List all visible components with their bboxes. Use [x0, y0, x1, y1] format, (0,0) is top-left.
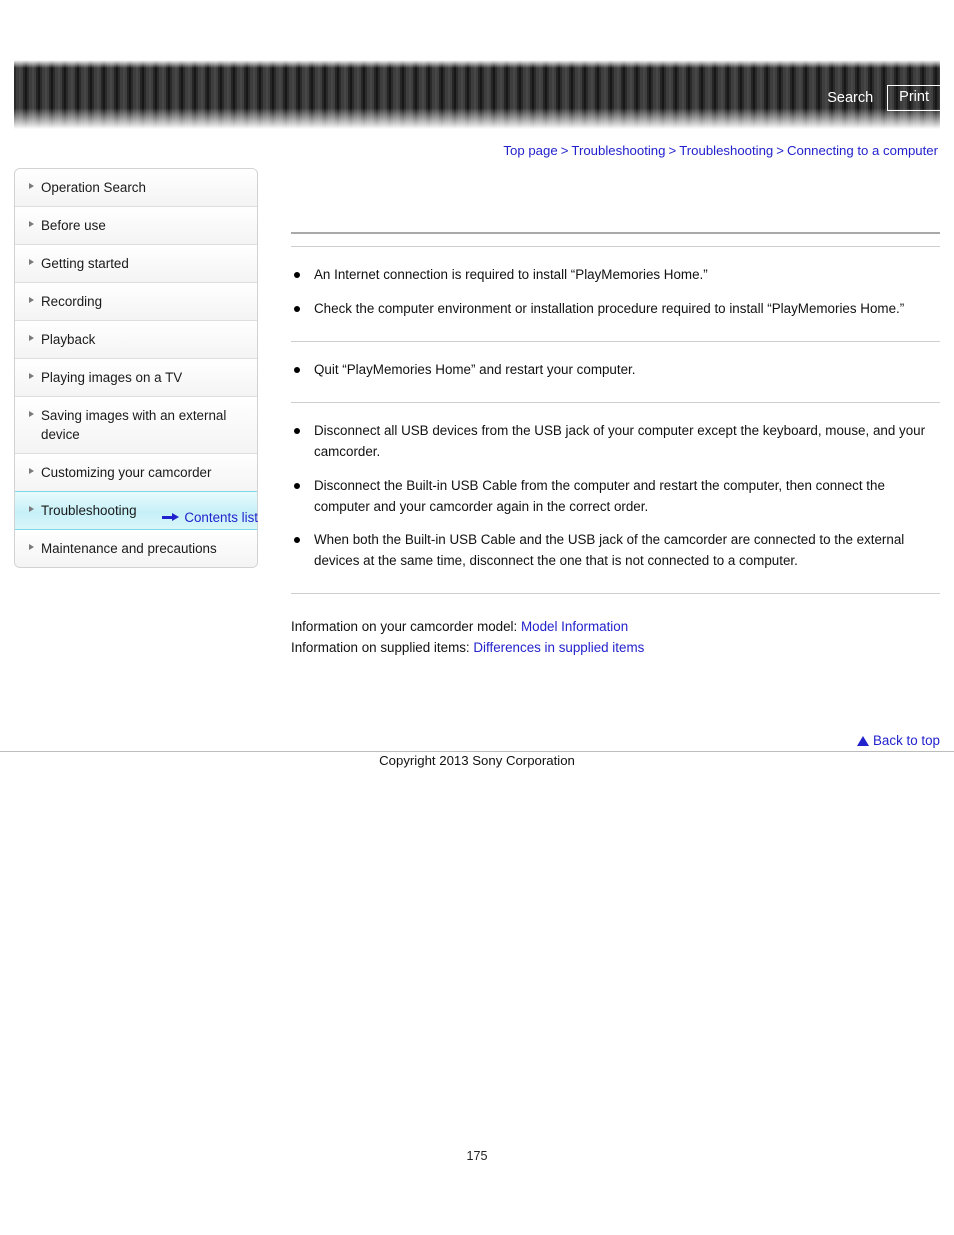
breadcrumb-item-connecting-to-a-computer[interactable]: Connecting to a computer — [787, 143, 938, 158]
breadcrumb-item-troubleshooting[interactable]: Troubleshooting — [571, 143, 665, 158]
section-install-requirements: An Internet connection is required to in… — [291, 247, 940, 341]
model-information-line: Information on your camcorder model: Mod… — [291, 616, 940, 637]
contents-list-row: Contents list — [14, 510, 258, 525]
breadcrumb-separator: > — [560, 143, 569, 158]
chevron-right-icon — [29, 335, 34, 342]
print-button[interactable]: Print — [887, 85, 941, 111]
sidebar-item-customizing-your-camcorder[interactable]: Customizing your camcorder — [15, 454, 257, 493]
chevron-right-icon — [29, 259, 34, 266]
sidebar-item-label: Saving images with an external device — [41, 408, 227, 443]
sidebar-item-label: Before use — [41, 218, 106, 234]
sidebar-item-label: Maintenance and precautions — [41, 541, 217, 557]
search-link[interactable]: Search — [825, 88, 875, 109]
chevron-right-icon — [29, 411, 34, 418]
model-information-prefix: Information on your camcorder model: — [291, 618, 521, 634]
sidebar-item-playing-images-on-a-tv[interactable]: Playing images on a TV — [15, 359, 257, 398]
header-actions: Search Print — [825, 85, 941, 111]
header-banner — [14, 60, 940, 129]
info-block: Information on your camcorder model: Mod… — [291, 594, 940, 659]
contents-list-link[interactable]: Contents list — [184, 510, 258, 525]
sidebar-navigation: Operation Search Before use Getting star… — [14, 168, 258, 569]
model-information-link[interactable]: Model Information — [521, 619, 628, 634]
section-usb-troubleshooting: Disconnect all USB devices from the USB … — [291, 403, 940, 593]
sidebar-item-recording[interactable]: Recording — [15, 283, 257, 322]
sidebar-item-before-use[interactable]: Before use — [15, 207, 257, 246]
breadcrumb-separator: > — [776, 143, 784, 158]
list-item: An Internet connection is required to in… — [291, 265, 940, 286]
page-number: 175 — [466, 1149, 488, 1163]
differences-in-supplied-items-link[interactable]: Differences in supplied items — [473, 640, 644, 655]
supplied-items-line: Information on supplied items: Differenc… — [291, 637, 940, 658]
sidebar-item-saving-images-with-an-external-device[interactable]: Saving images with an external device — [15, 397, 257, 455]
back-to-top-link[interactable]: Back to top — [873, 733, 940, 748]
sidebar-item-maintenance-and-precautions[interactable]: Maintenance and precautions — [15, 530, 257, 568]
chevron-right-icon — [29, 297, 34, 304]
chevron-right-icon — [29, 373, 34, 380]
sidebar-item-operation-search[interactable]: Operation Search — [15, 169, 257, 208]
chevron-right-icon — [29, 544, 34, 551]
arrow-right-icon — [162, 513, 180, 522]
sidebar-item-label: Recording — [41, 294, 103, 310]
sidebar-item-playback[interactable]: Playback — [15, 321, 257, 360]
supplied-items-prefix: Information on supplied items: — [291, 640, 474, 656]
list-item: Quit “PlayMemories Home” and restart you… — [291, 360, 940, 381]
sidebar-item-label: Customizing your camcorder — [41, 465, 212, 481]
list-item: Check the computer environment or instal… — [291, 299, 940, 320]
main-content: An Internet connection is required to in… — [291, 220, 940, 659]
triangle-up-icon — [857, 735, 869, 746]
bullet-list: Quit “PlayMemories Home” and restart you… — [291, 360, 940, 381]
chevron-right-icon — [29, 468, 34, 475]
chevron-right-icon — [29, 221, 34, 228]
back-to-top-row[interactable]: Back to top — [857, 733, 940, 748]
list-item: Disconnect the Built-in USB Cable from t… — [291, 476, 940, 518]
sidebar-item-getting-started[interactable]: Getting started — [15, 245, 257, 284]
breadcrumb-separator: > — [668, 143, 677, 158]
list-item: Disconnect all USB devices from the USB … — [291, 421, 940, 463]
footer-rule — [0, 751, 954, 752]
copyright-notice: Copyright 2013 Sony Corporation — [379, 753, 575, 768]
bullet-list: An Internet connection is required to in… — [291, 265, 940, 320]
sidebar-item-label: Playing images on a TV — [41, 370, 183, 386]
breadcrumb-item-troubleshooting-2[interactable]: Troubleshooting — [679, 143, 773, 158]
section-restart-computer: Quit “PlayMemories Home” and restart you… — [291, 342, 940, 403]
sidebar-item-label: Operation Search — [41, 180, 146, 195]
list-item: When both the Built-in USB Cable and the… — [291, 530, 940, 572]
breadcrumb: Top page > Troubleshooting > Troubleshooting… — [503, 143, 938, 158]
sidebar-item-label: Getting started — [41, 256, 129, 272]
chevron-right-icon — [29, 183, 34, 189]
bullet-list: Disconnect all USB devices from the USB … — [291, 421, 940, 572]
breadcrumb-item-top-page[interactable]: Top page — [503, 143, 557, 158]
sidebar-item-label: Playback — [41, 332, 96, 348]
page-title — [291, 234, 940, 246]
